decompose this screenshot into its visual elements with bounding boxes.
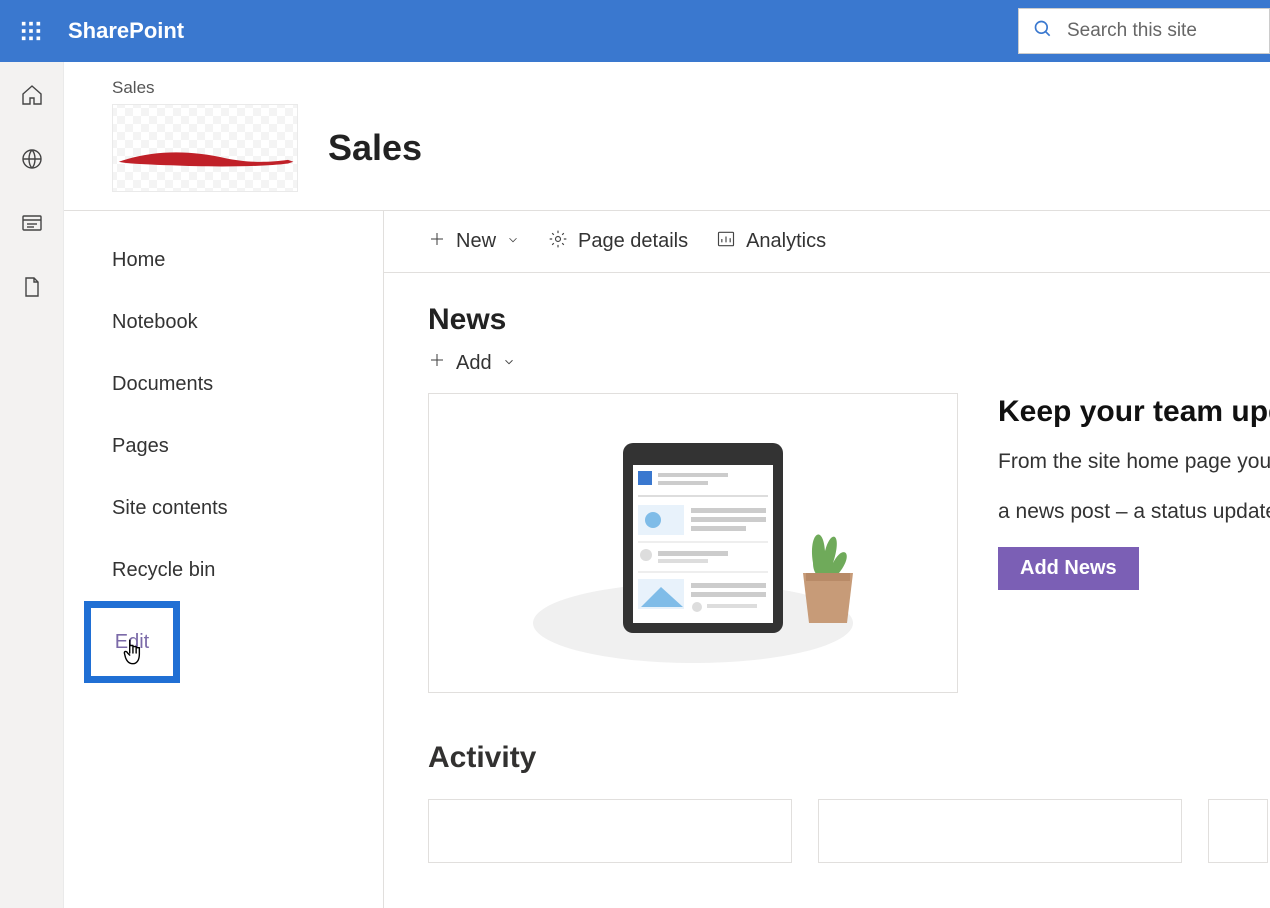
main: New Page details Analytics News [384, 211, 1270, 908]
cursor-hand-icon [121, 638, 147, 668]
site-logo[interactable] [112, 104, 298, 192]
breadcrumb[interactable]: Sales [112, 78, 1270, 98]
nav-item-home[interactable]: Home [64, 229, 383, 291]
news-text: Keep your team updated with news on your… [998, 393, 1270, 693]
file-icon[interactable] [19, 274, 45, 300]
activity-section-title: Activity [428, 741, 1270, 775]
page-details-label: Page details [578, 230, 688, 253]
news-illustration [428, 393, 958, 693]
left-nav: Home Notebook Documents Pages Site conte… [64, 211, 384, 908]
analytics-label: Analytics [746, 230, 826, 253]
search-input[interactable] [1067, 20, 1269, 42]
search-box[interactable] [1018, 8, 1270, 54]
edit-highlight: Edit [84, 601, 180, 683]
nav-item-pages[interactable]: Pages [64, 415, 383, 477]
nav-item-documents[interactable]: Documents [64, 353, 383, 415]
news-section-title: News [428, 303, 1270, 337]
page-details-button[interactable]: Page details [548, 229, 688, 255]
nav-item-recycle-bin[interactable]: Recycle bin [64, 539, 383, 601]
new-label: New [456, 230, 496, 253]
site-title: Sales [328, 127, 422, 169]
news-row: Keep your team updated with news on your… [428, 393, 1270, 693]
news-icon[interactable] [19, 210, 45, 236]
news-heading: Keep your team updated with news on your… [998, 393, 1270, 431]
home-icon[interactable] [19, 82, 45, 108]
page-body: News Add [384, 273, 1270, 863]
suite-bar: SharePoint [0, 0, 1270, 62]
activity-cards [428, 799, 1270, 863]
analytics-icon [716, 229, 736, 255]
chevron-down-icon [506, 230, 520, 253]
activity-card[interactable] [1208, 799, 1268, 863]
brand-label[interactable]: SharePoint [68, 18, 184, 44]
command-bar: New Page details Analytics [384, 211, 1270, 273]
add-label: Add [456, 352, 492, 375]
new-button[interactable]: New [428, 230, 520, 254]
app-rail [0, 62, 64, 908]
app-launcher-icon[interactable] [0, 0, 62, 62]
chevron-down-icon [502, 352, 516, 375]
activity-card[interactable] [818, 799, 1182, 863]
site-header: Sales Sales [64, 62, 1270, 210]
news-desc-line2: a news post – a status update, trip repo… [998, 497, 1270, 527]
global-icon[interactable] [19, 146, 45, 172]
plus-icon [428, 351, 446, 375]
nav-item-notebook[interactable]: Notebook [64, 291, 383, 353]
content-area: Sales Sales Home Notebook Documents Page… [64, 62, 1270, 908]
shell: Sales Sales Home Notebook Documents Page… [0, 62, 1270, 908]
analytics-button[interactable]: Analytics [716, 229, 826, 255]
search-icon [1033, 19, 1053, 44]
plus-icon [428, 230, 446, 254]
gear-icon [548, 229, 568, 255]
site-title-row: Sales [112, 104, 1270, 192]
activity-card[interactable] [428, 799, 792, 863]
add-news-button[interactable]: Add News [998, 547, 1139, 590]
lower-row: Home Notebook Documents Pages Site conte… [64, 210, 1270, 908]
add-news-dropdown[interactable]: Add [428, 351, 1270, 375]
news-desc-line1: From the site home page you'll be able t… [998, 447, 1270, 477]
nav-item-site-contents[interactable]: Site contents [64, 477, 383, 539]
